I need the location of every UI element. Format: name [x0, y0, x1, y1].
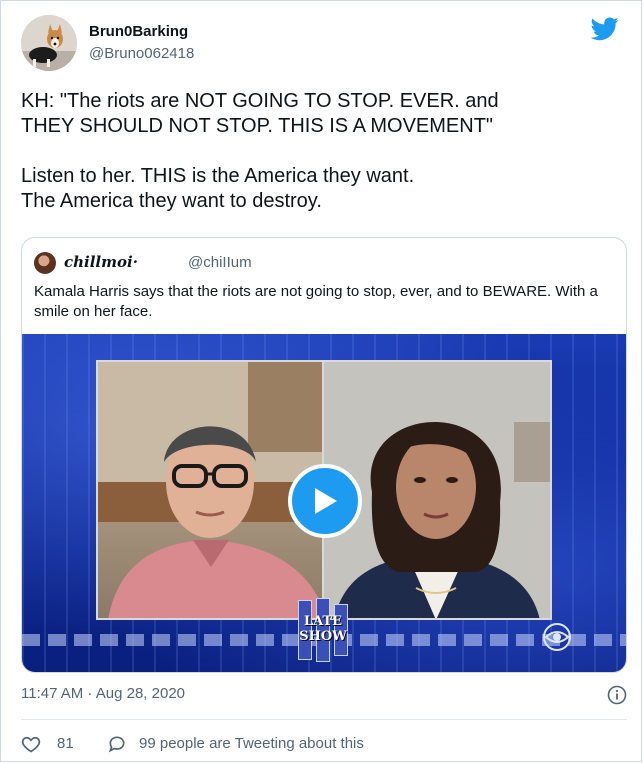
- logo-line-2: SHOW: [299, 629, 347, 644]
- cbs-eye-icon: [542, 622, 572, 652]
- quoted-tweet[interactable]: chillmoi· @chiIIum Kamala Harris says th…: [21, 237, 627, 673]
- tweet-actions: 81 99 people are Tweeting about this: [21, 733, 627, 755]
- tweeting-about-link[interactable]: 99 people are Tweeting about this: [139, 735, 364, 752]
- author-handle[interactable]: @Bruno062418: [89, 45, 194, 62]
- quoted-tweet-text: Kamala Harris says that the riots are no…: [34, 283, 598, 320]
- divider: [21, 719, 627, 720]
- logo-text: LATE SHOW: [294, 614, 352, 644]
- play-icon[interactable]: [288, 464, 362, 538]
- tweet-meta: 11:47 AM · Aug 28, 2020: [21, 685, 627, 707]
- heart-icon[interactable]: [21, 734, 41, 754]
- tweet-line: KH: "The riots are NOT GOING TO STOP. EV…: [21, 90, 499, 112]
- quoted-author-handle: @chiIIum: [188, 254, 252, 271]
- author-name[interactable]: Brun0Barking: [89, 23, 188, 40]
- tweet-card: Brun0Barking @Bruno062418 KH: "The riots…: [0, 0, 642, 762]
- reply-bubble-icon[interactable]: [107, 734, 127, 754]
- dog-avatar-icon[interactable]: [21, 15, 77, 71]
- quoted-avatar: [34, 252, 56, 274]
- tweet-text: KH: "The riots are NOT GOING TO STOP. EV…: [21, 89, 621, 214]
- tweet-line: Listen to her. THIS is the America they …: [21, 165, 415, 187]
- tweet-line: The America they want to destroy.: [21, 190, 322, 212]
- info-icon[interactable]: [607, 685, 627, 705]
- quoted-tweet-header: chillmoi· @chiIIum: [34, 252, 614, 274]
- late-show-logo: LATE SHOW: [294, 598, 352, 662]
- video-player[interactable]: LATE SHOW: [22, 334, 626, 672]
- quoted-author-name: chillmoi·: [64, 253, 138, 271]
- tweet-line: THEY SHOULD NOT STOP. THIS IS A MOVEMENT…: [21, 115, 494, 137]
- twitter-bird-icon[interactable]: [590, 17, 619, 41]
- tweet-header: Brun0Barking @Bruno062418: [21, 15, 621, 75]
- like-count: 81: [57, 735, 74, 752]
- tweet-timestamp[interactable]: 11:47 AM · Aug 28, 2020: [21, 685, 185, 702]
- logo-line-1: LATE: [303, 614, 343, 629]
